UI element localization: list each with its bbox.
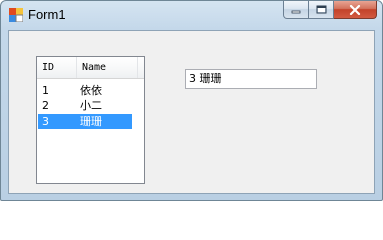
list-item[interactable]: 2 小二 bbox=[38, 98, 132, 113]
item-name: 依依 bbox=[80, 84, 102, 97]
form1-window: Form1 ID Name 1 依依 2 小二 3 珊珊 3 珊珊 bbox=[0, 0, 383, 201]
maximize-button[interactable] bbox=[309, 1, 334, 19]
maximize-icon bbox=[316, 5, 326, 14]
close-button[interactable] bbox=[334, 1, 377, 19]
item-id: 3 bbox=[42, 115, 49, 128]
column-header-name[interactable]: Name bbox=[77, 57, 138, 78]
column-header-id[interactable]: ID bbox=[37, 57, 77, 78]
close-icon bbox=[349, 4, 361, 15]
list-item[interactable]: 1 依依 bbox=[38, 83, 132, 98]
item-id: 1 bbox=[42, 84, 49, 97]
item-name: 小二 bbox=[80, 99, 102, 112]
client-area: ID Name 1 依依 2 小二 3 珊珊 3 珊珊 bbox=[8, 30, 375, 194]
minimize-button[interactable] bbox=[283, 1, 309, 19]
minimize-icon bbox=[291, 10, 301, 13]
item-id: 2 bbox=[42, 99, 49, 112]
window-title: Form1 bbox=[28, 7, 66, 22]
list-item-selected[interactable]: 3 珊珊 bbox=[38, 114, 132, 129]
item-name: 珊珊 bbox=[80, 115, 102, 128]
app-icon[interactable] bbox=[9, 8, 23, 22]
text-box[interactable]: 3 珊珊 bbox=[185, 69, 317, 89]
caption-buttons bbox=[283, 1, 377, 20]
list-view[interactable]: ID Name 1 依依 2 小二 3 珊珊 bbox=[36, 56, 145, 184]
list-header: ID Name bbox=[37, 57, 144, 79]
title-bar[interactable]: Form1 bbox=[1, 1, 382, 29]
